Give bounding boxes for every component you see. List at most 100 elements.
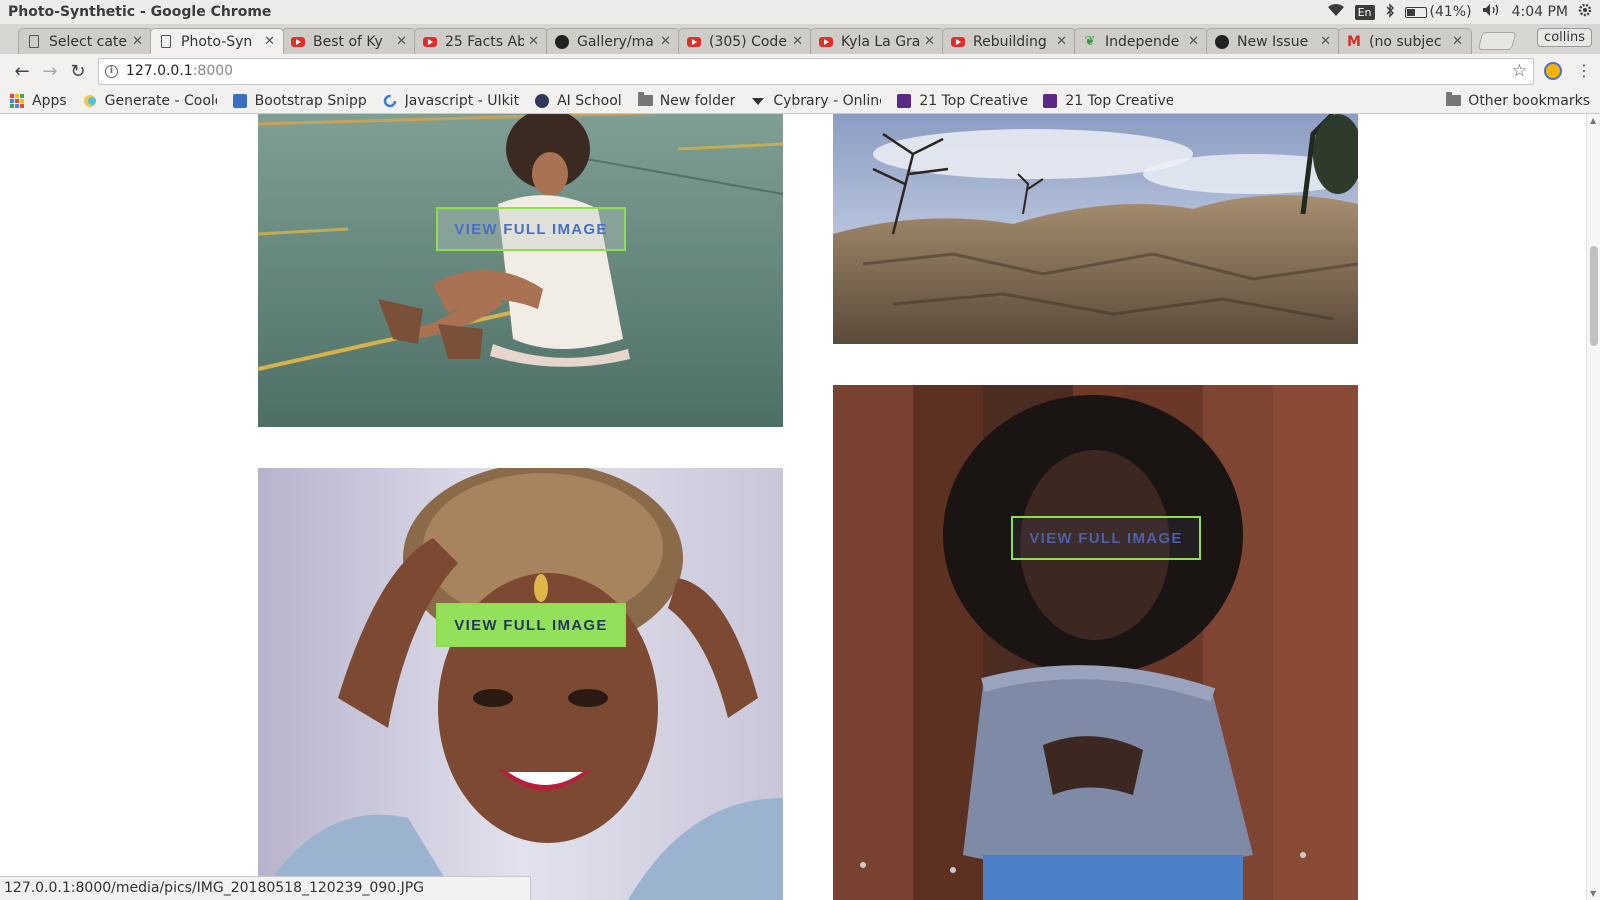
info-icon[interactable]: i (104, 64, 118, 78)
bookmark-label: Javascript - UIkit (404, 92, 520, 109)
bookmark-colorlib-1[interactable]: 21 Top Creative (897, 93, 1027, 109)
close-icon[interactable]: ✕ (1188, 34, 1199, 49)
close-icon[interactable]: ✕ (1320, 34, 1331, 49)
link-status-bubble: 127.0.0.1:8000/media/pics/IMG_20180518_1… (0, 876, 531, 900)
bookmark-other[interactable]: Other bookmarks (1446, 91, 1590, 109)
colorlib-icon (897, 93, 912, 108)
youtube-icon (291, 35, 305, 49)
bookmark-star-icon[interactable]: ☆ (1512, 61, 1527, 81)
bookmark-label: Generate - Coolo (104, 92, 217, 109)
close-icon[interactable]: ✕ (264, 34, 275, 49)
ai-school-icon (535, 93, 550, 108)
extension-icon[interactable] (1544, 62, 1563, 80)
browser-tab[interactable]: Select cate ✕ (18, 28, 152, 54)
os-top-bar: Photo-Synthetic - Google Chrome En (41%)… (0, 0, 1600, 24)
close-icon[interactable]: ✕ (792, 34, 803, 49)
close-icon[interactable]: ✕ (660, 34, 671, 49)
view-full-image-button[interactable]: VIEW FULL IMAGE (1011, 516, 1201, 560)
tab-label: Select cate (49, 33, 128, 50)
battery-percent: (41%) (1429, 4, 1472, 20)
battery-icon (1404, 6, 1427, 18)
bookmark-label: Apps (32, 92, 67, 109)
close-icon[interactable]: ✕ (528, 34, 539, 49)
youtube-icon (951, 35, 965, 49)
browser-tab[interactable]: Best of Ky ✕ (282, 28, 416, 54)
profile-button[interactable]: collins (1537, 28, 1592, 47)
browser-tab[interactable]: M (no subjec ✕ (1338, 28, 1472, 54)
tab-label: (no subjec (1369, 33, 1442, 50)
address-bar[interactable]: i 127.0.0.1:8000 ☆ (97, 57, 1535, 85)
gallery-photo (833, 114, 1358, 344)
bookmark-label: Other bookmarks (1468, 92, 1590, 109)
colorlib-icon (1043, 93, 1058, 108)
bookmark-label: New folder (659, 92, 736, 109)
gmail-icon: M (1347, 33, 1361, 50)
browser-tab[interactable]: Kyla La Gra ✕ (810, 28, 944, 54)
browser-tab[interactable]: 25 Facts Ab ✕ (414, 28, 548, 54)
gallery-card[interactable]: VIEW FULL IMAGE (258, 114, 783, 427)
new-tab-button[interactable] (1477, 32, 1517, 50)
tab-label: (305) Code (709, 33, 787, 50)
browser-tab[interactable]: Rebuilding ✕ (942, 28, 1076, 54)
keyboard-language-indicator[interactable]: En (1354, 4, 1375, 20)
wifi-icon[interactable] (1327, 3, 1345, 21)
browser-tab-active[interactable]: Photo-Syn ✕ (150, 28, 284, 54)
gallery-card[interactable]: VIEW FULL IMAGE (258, 468, 783, 900)
gallery-card[interactable] (833, 114, 1358, 344)
scroll-thumb[interactable] (1590, 246, 1598, 346)
cybrary-icon (751, 94, 765, 108)
folder-icon (1446, 91, 1462, 108)
tab-label: Gallery/ma (577, 33, 654, 50)
gallery-photo (833, 385, 1358, 900)
bookmark-ai-school[interactable]: AI School (535, 93, 622, 109)
forward-arrow-icon[interactable]: → (36, 57, 64, 85)
browser-tab[interactable]: New Issue ✕ (1206, 28, 1340, 54)
close-icon[interactable]: ✕ (396, 34, 407, 49)
bookmark-uikit[interactable]: Javascript - UIkit (383, 93, 519, 109)
bluetooth-icon[interactable] (1385, 2, 1395, 22)
back-arrow-icon[interactable]: ← (8, 57, 36, 85)
url-host: 127.0.0.1 (125, 63, 193, 79)
volume-icon[interactable] (1482, 3, 1502, 21)
scroll-down-arrow-icon[interactable]: ▼ (1590, 889, 1596, 898)
bookmark-label: 21 Top Creative (919, 92, 1028, 109)
tab-label: Independe (1105, 33, 1180, 50)
close-icon[interactable]: ✕ (1452, 34, 1463, 49)
uikit-icon (383, 94, 397, 108)
clock[interactable]: 4:04 PM (1512, 4, 1568, 20)
tab-label: 25 Facts Ab (445, 33, 525, 50)
youtube-icon (819, 35, 833, 49)
url-port: :8000 (192, 63, 234, 79)
close-icon[interactable]: ✕ (924, 34, 935, 49)
bookmarks-bar: Apps Generate - Coolo Bootstrap Snipp Ja… (0, 88, 1600, 114)
youtube-icon (423, 35, 437, 49)
browser-tab[interactable]: Gallery/ma ✕ (546, 28, 680, 54)
gallery-photo (258, 114, 783, 427)
bookmark-coolors[interactable]: Generate - Coolo (83, 93, 217, 109)
close-icon[interactable]: ✕ (1056, 34, 1067, 49)
bookmark-label: 21 Top Creative (1065, 92, 1174, 109)
gallery-card[interactable]: VIEW FULL IMAGE (833, 385, 1358, 900)
scroll-up-arrow-icon[interactable]: ▲ (1590, 116, 1596, 125)
page-scrollbar[interactable]: ▲ ▼ (1586, 114, 1600, 900)
view-full-image-button[interactable]: VIEW FULL IMAGE (436, 207, 626, 251)
tab-label: New Issue (1237, 33, 1309, 50)
system-tray: En (41%) 4:04 PM (1327, 2, 1592, 22)
bookmark-apps[interactable]: Apps (10, 93, 67, 109)
browser-tab[interactable]: (305) Code ✕ (678, 28, 812, 54)
bookmark-colorlib-2[interactable]: 21 Top Creative (1043, 93, 1173, 109)
page-content: VIEW FULL IMAGE VIEW FULL IMAGE VIEW FUL… (0, 114, 1586, 900)
view-full-image-button[interactable]: VIEW FULL IMAGE (436, 603, 626, 647)
bookmark-label: Cybrary - Online (773, 92, 882, 109)
bookmark-bootstrap[interactable]: Bootstrap Snipp (232, 93, 367, 109)
bookmark-cybrary[interactable]: Cybrary - Online (751, 93, 881, 109)
close-icon[interactable]: ✕ (132, 34, 143, 49)
folder-icon (637, 91, 653, 108)
youtube-icon (687, 35, 701, 49)
battery-indicator[interactable]: (41%) (1404, 4, 1472, 20)
reload-icon[interactable]: ↻ (64, 57, 92, 85)
menu-kebab-icon[interactable]: ⋮ (1576, 63, 1592, 79)
browser-tab[interactable]: ❦ Independe ✕ (1074, 28, 1208, 54)
bookmark-new-folder[interactable]: New folder (637, 91, 736, 109)
gear-icon[interactable] (1578, 3, 1592, 21)
